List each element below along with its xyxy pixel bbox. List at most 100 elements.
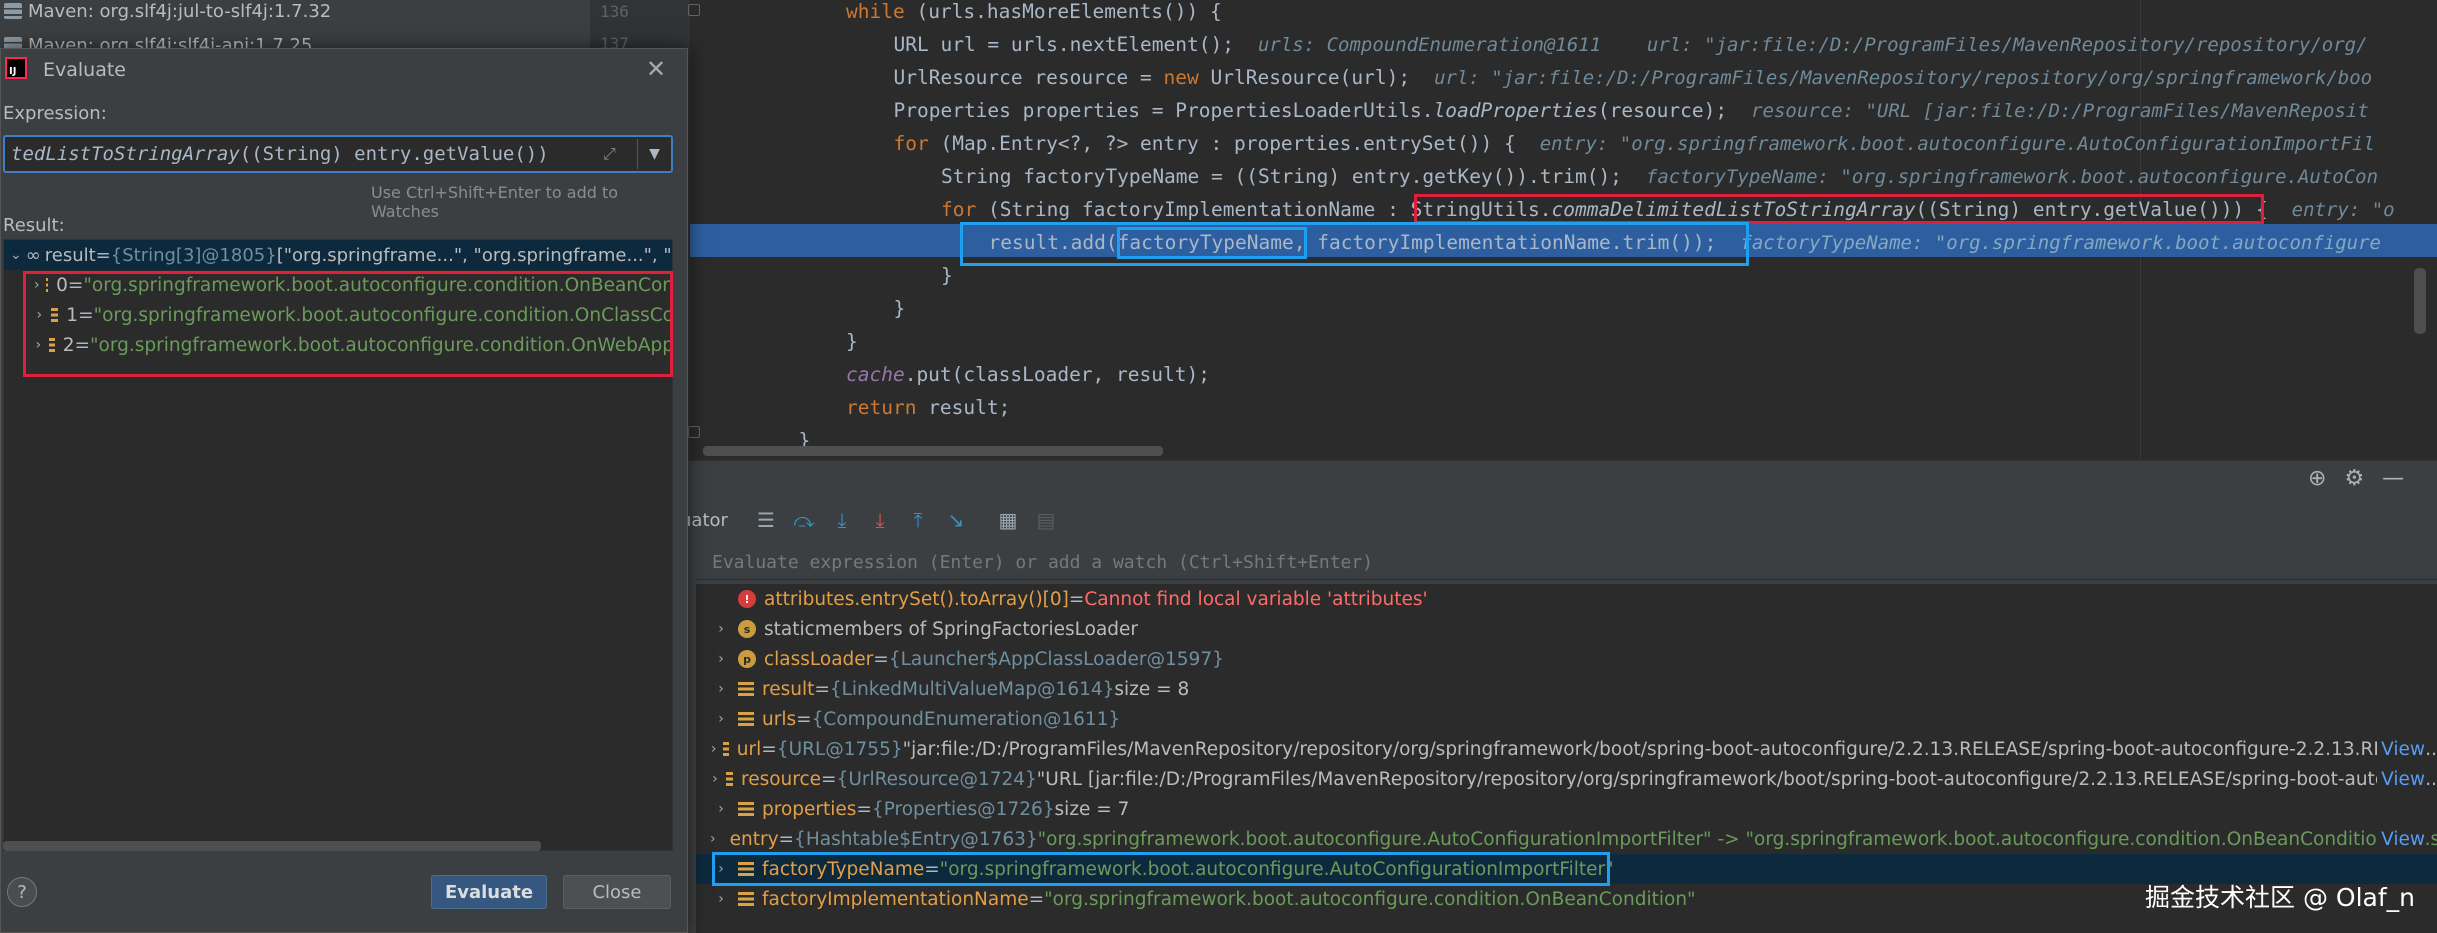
variable-row[interactable]: › result = {LinkedMultiValueMap@1614} siz… [696,674,2437,704]
code-token: (String factoryImplementationName : [987,198,1411,221]
code-token: while [846,0,917,23]
minimize-icon[interactable]: — [2382,466,2404,491]
code-token: Properties properties = PropertiesLoader… [893,99,1434,122]
code-token: new [1163,66,1211,89]
variable-eq: = [1028,888,1045,910]
variable-name: url [736,738,762,760]
watch-expression-placeholder: Evaluate expression (Enter) or add a wat… [712,552,1374,573]
force-step-into-icon[interactable]: ⤓ [866,506,894,534]
variable-value: "org.springframework.boot.autoconfigure.… [1044,888,1696,910]
trace-icon[interactable]: ▤ [1032,506,1060,534]
variable-row[interactable]: › s static members of SpringFactoriesLoade… [696,614,2437,644]
chevron-down-icon[interactable]: ⌄ [10,247,22,263]
parameter-icon: p [738,650,756,668]
chevron-right-icon[interactable]: › [710,891,732,907]
code-token: result; [928,396,1011,419]
code-token: } [893,297,906,320]
variable-value: "jar:file:/D:/ProgramFiles/MavenReposito… [902,738,2437,760]
code-token: UrlResource resource = [893,66,1164,89]
view-link[interactable]: View [2377,768,2425,790]
intellij-logo-icon: IJ [5,57,27,79]
history-dropdown-icon[interactable]: ▼ [637,139,671,169]
step-over-icon[interactable]: ⤼ [790,506,818,534]
view-link[interactable]: View [2377,828,2425,850]
result-label: Result: [3,215,65,236]
variable-name: result [762,678,815,700]
code-token: URL url = urls.nextElement(); [893,33,1234,56]
variable-row[interactable]: › url = {URL@1755} "jar:file:/D:/ProgramF… [696,734,2437,764]
variable-eq: = [873,648,889,670]
inline-debug-value: entry: "org.springframework.boot.autocon… [1539,133,2375,155]
dialog-title: Evaluate [43,59,126,81]
variable-type: {Properties@1726} [871,798,1055,820]
fold-marker-icon[interactable] [688,4,700,16]
inline-debug-value: urls: CompoundEnumeration@1611 url: "jar… [1257,34,2368,56]
code-line: while (urls.hasMoreElements()) { [846,0,1222,28]
crosshair-icon[interactable]: ⊕ [2308,466,2326,491]
code-token: for [893,132,941,155]
highlight-blue-box [712,852,1610,886]
project-tree-item[interactable]: Maven: org.slf4j:jul-to-slf4j:1.7.32 [4,0,331,26]
variable-row[interactable]: ! attributes.entrySet().toArray()[0] = Ca… [696,584,2437,614]
editor-vertical-scrollbar[interactable] [2414,268,2426,334]
help-button[interactable]: ? [7,877,37,907]
variable-eq: = [814,678,830,700]
variable-name: static [764,618,815,640]
step-into-icon[interactable]: ⤓ [828,506,856,534]
evaluate-expression-icon[interactable]: ▦ [994,506,1022,534]
variable-row[interactable]: › p classLoader = {Launcher$AppClassLoader… [696,644,2437,674]
code-token: cache [846,363,905,386]
chevron-right-icon[interactable]: › [710,651,732,667]
run-to-cursor-icon[interactable]: ↘ [942,506,970,534]
result-horizontal-scrollbar[interactable] [3,841,541,851]
chevron-right-icon[interactable]: › [710,741,717,757]
expand-icon[interactable]: ⤢ [603,144,616,164]
editor-horizontal-scrollbar[interactable] [703,446,1163,456]
variable-type: {Launcher$AppClassLoader@1597} [888,648,1224,670]
inline-debug-value: resource: "URL [jar:file:/D:/ProgramFile… [1751,100,2369,122]
code-token: (Map.Entry<?, ?> entry : properties.entr… [940,132,1516,155]
field-icon [723,742,729,756]
variable-eq: = [856,798,872,820]
variable-row[interactable]: › urls = {CompoundEnumeration@1611} [696,704,2437,734]
code-line: cache.put(classLoader, result); [846,358,1210,391]
chevron-right-icon[interactable]: › [710,711,732,727]
chevron-right-icon[interactable]: › [710,681,732,697]
chevron-right-icon[interactable]: › [710,621,732,637]
highlight-red-box [1414,194,2264,224]
variable-value: Cannot find local variable 'attributes' [1084,588,1428,610]
show-execution-point-icon[interactable]: ☰ [752,506,780,534]
code-line: URL url = urls.nextElement(); urls: Compo… [894,28,2368,61]
code-token: return [846,396,929,419]
static-icon: s [738,620,756,638]
step-out-icon[interactable]: ⤒ [904,506,932,534]
variable-eq: = [761,738,777,760]
variable-row[interactable]: › entry = {Hashtable$Entry@1763} "org.spr… [696,824,2437,854]
evaluate-button[interactable]: Evaluate [431,875,547,909]
result-type: {String[3]@1805} [110,244,277,266]
watch-glasses-icon: ∞ [25,244,41,266]
view-link[interactable]: View [2377,738,2425,760]
variable-row[interactable]: › properties = {Properties@1726} size = 7 [696,794,2437,824]
code-line: String factoryTypeName = ((String) entry… [941,160,2378,193]
variable-name: properties [762,798,857,820]
variable-eq: = [1068,588,1085,610]
fold-marker-icon[interactable] [688,426,700,438]
variable-type: {URL@1755} [776,738,903,760]
expression-text: tedListToStringArray((String) entry.getV… [11,143,549,165]
field-icon [738,682,754,696]
chevron-right-icon[interactable]: › [710,801,732,817]
gear-icon[interactable]: ⚙ [2344,466,2364,491]
close-icon[interactable]: ✕ [646,55,666,83]
code-token: } [846,330,858,353]
highlight-red-box [23,271,673,377]
chevron-right-icon[interactable]: › [710,771,720,787]
chevron-right-icon[interactable]: › [710,831,716,847]
result-root-row[interactable]: ⌄ ∞ result = {String[3]@1805} ["org.spri… [4,240,672,270]
variable-row[interactable]: › resource = {UrlResource@1724} "URL [jar… [696,764,2437,794]
watch-expression-bar[interactable]: Evaluate expression (Enter) or add a wat… [696,546,2437,580]
close-button[interactable]: Close [563,875,671,909]
code-line: return result; [846,391,1010,424]
code-token: (resource); [1597,99,1728,122]
expression-input[interactable]: tedListToStringArray((String) entry.getV… [3,135,673,173]
